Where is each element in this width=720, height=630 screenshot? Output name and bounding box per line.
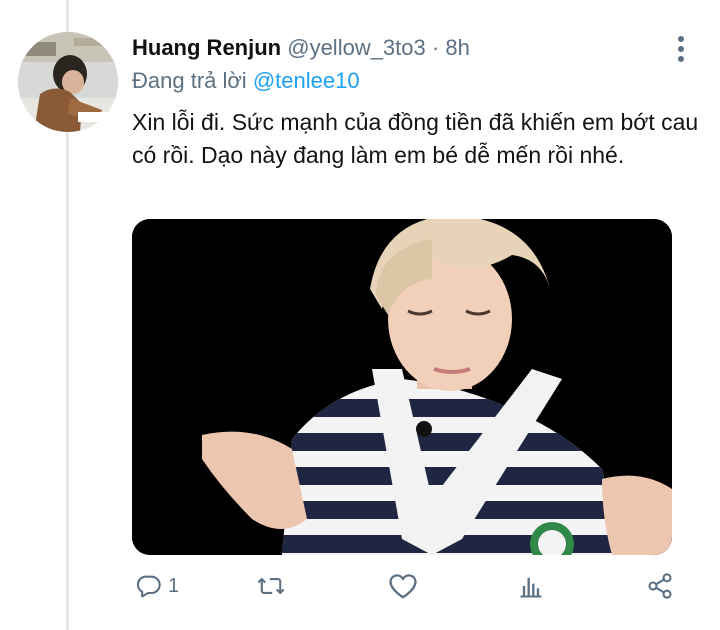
retweet-button[interactable] bbox=[256, 566, 286, 606]
more-options-icon[interactable] bbox=[672, 34, 690, 64]
replying-to-label: Đang trả lời bbox=[132, 68, 247, 93]
retweet-icon bbox=[257, 577, 285, 595]
share-button[interactable] bbox=[646, 566, 674, 606]
tweet-timestamp[interactable]: 8h bbox=[445, 35, 469, 60]
avatar[interactable] bbox=[18, 32, 118, 132]
tweet-media-photo[interactable] bbox=[132, 219, 672, 555]
replying-to: Đang trả lời @tenlee10 bbox=[132, 67, 360, 95]
tweet-text: Xin lỗi đi. Sức mạnh của đồng tiền đã kh… bbox=[132, 109, 699, 168]
replying-to-mention[interactable]: @tenlee10 bbox=[253, 68, 360, 93]
reply-bubble-icon bbox=[136, 575, 161, 598]
author-handle[interactable]: @yellow_3to3 bbox=[287, 35, 426, 60]
avatar-image bbox=[18, 32, 118, 132]
tweet-actions: 1 bbox=[0, 566, 720, 606]
heart-icon bbox=[389, 574, 417, 599]
reply-count: 1 bbox=[168, 574, 180, 597]
share-icon bbox=[648, 573, 672, 599]
author-display-name[interactable]: Huang Renjun bbox=[132, 35, 281, 60]
media-image bbox=[132, 219, 672, 555]
analytics-bars-icon bbox=[520, 577, 542, 598]
reply-button[interactable]: 1 bbox=[134, 566, 179, 606]
like-button[interactable] bbox=[388, 566, 418, 606]
analytics-button[interactable] bbox=[517, 566, 545, 606]
header-separator: · bbox=[431, 35, 440, 60]
tweet-header: Huang Renjun @yellow_3to3 · 8h bbox=[132, 34, 470, 62]
